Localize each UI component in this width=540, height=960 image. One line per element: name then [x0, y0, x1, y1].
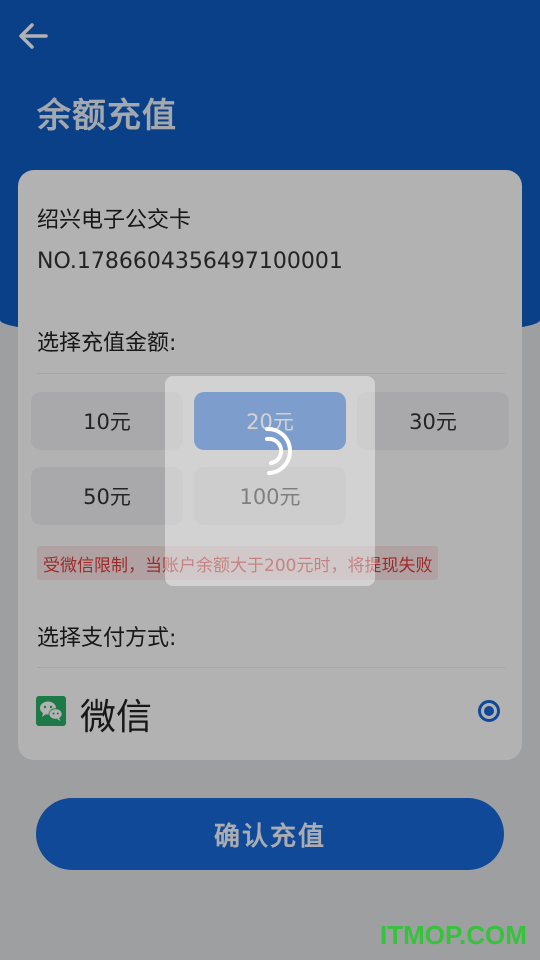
loading-dialog	[165, 376, 375, 586]
watermark: ITMOP.COM	[380, 920, 527, 950]
spinner-icon	[265, 426, 292, 475]
